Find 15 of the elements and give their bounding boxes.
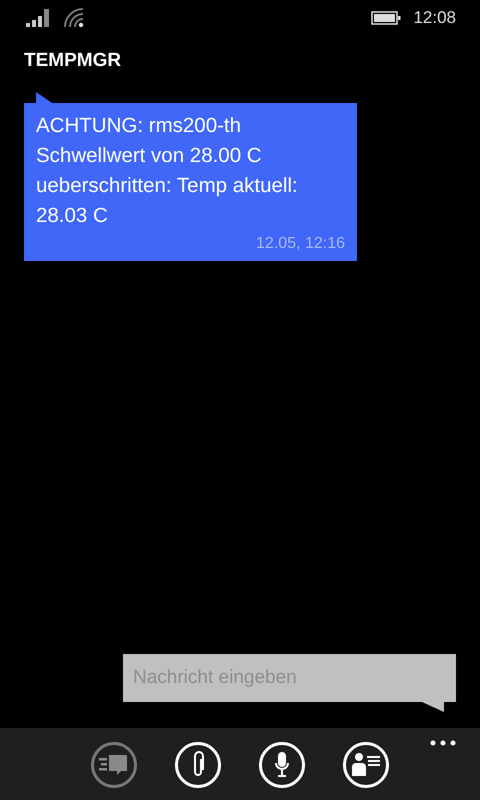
attach-button[interactable] [175,742,221,788]
more-icon[interactable] [430,740,456,746]
conversation-icon [99,753,129,777]
contact-name: TEMPMGR [24,50,122,72]
message-timestamp: 12.05, 12:16 [256,235,345,253]
microphone-button[interactable] [259,742,305,788]
microphone-icon [273,751,291,779]
signal-icon [26,9,52,27]
clock-time: 12:08 [413,8,456,28]
contact-card-icon [351,752,381,778]
message-text: ACHTUNG: rms200-th Schwellwert von 28.00 C ueberschritten: Temp aktuell: 28.03 C [36,113,299,229]
contact-button[interactable] [343,742,389,788]
wifi-icon [64,8,84,28]
input-tail [422,702,444,712]
battery-icon [371,11,402,25]
